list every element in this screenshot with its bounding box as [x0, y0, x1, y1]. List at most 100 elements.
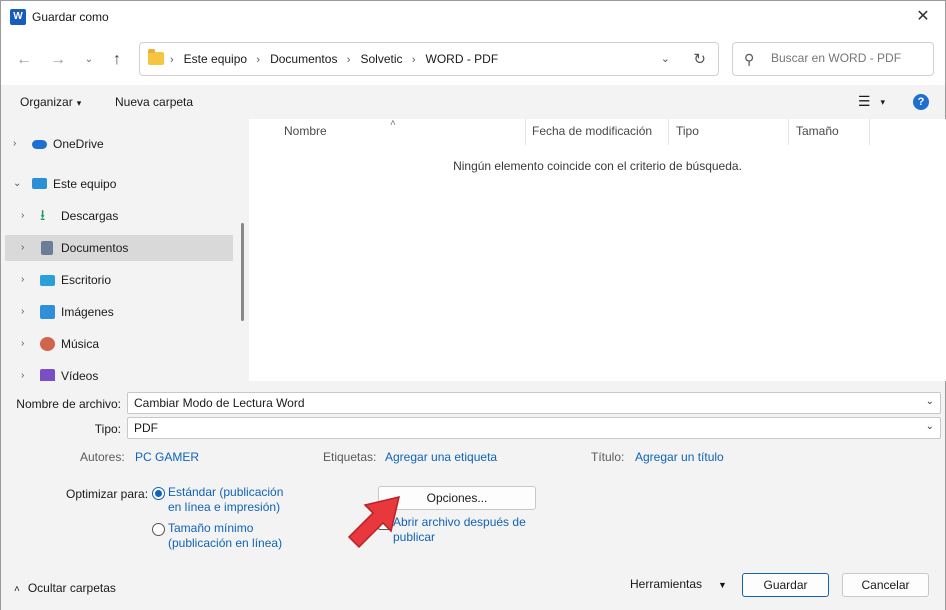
help-icon[interactable]: ?	[913, 94, 929, 110]
organize-menu-button[interactable]: Organizar ▾	[20, 95, 81, 109]
back-arrow-icon[interactable]: ←	[13, 49, 35, 71]
music-icon	[40, 337, 55, 351]
sidebar-item-label: Música	[61, 337, 100, 351]
expand-chevron-icon[interactable]: ›	[21, 203, 24, 229]
column-header-tamano[interactable]: Tamaño	[789, 119, 870, 145]
sidebar-item-label: Escritorio	[61, 273, 112, 287]
view-list-icon: ☰	[857, 93, 871, 109]
column-header-nombre[interactable]: Nombre ˄	[277, 118, 526, 145]
navigation-bar: ← → ⌄ ↑ › Este equipo › Documentos › Solvet…	[1, 33, 945, 85]
sidebar-item-label: OneDrive	[53, 137, 104, 151]
options-button[interactable]: Opciones...	[378, 486, 536, 510]
add-title-link[interactable]: Agregar un título	[635, 450, 724, 464]
computer-icon	[32, 178, 47, 189]
pictures-icon	[40, 305, 55, 319]
sidebar-item-imagenes[interactable]: › Imágenes	[5, 299, 233, 325]
open-after-label[interactable]: Abrir archivo después de publicar	[393, 515, 533, 545]
expand-chevron-icon[interactable]: ›	[21, 331, 24, 357]
command-bar: Organizar ▾ Nueva carpeta ☰ ▾ ?	[1, 85, 945, 119]
title-label: Título:	[591, 450, 625, 464]
column-header-fecha[interactable]: Fecha de modificación	[525, 119, 669, 145]
new-folder-button[interactable]: Nueva carpeta	[115, 95, 193, 109]
tags-label: Etiquetas:	[323, 450, 377, 464]
cancel-button[interactable]: Cancelar	[842, 573, 929, 597]
sidebar-item-label: Documentos	[61, 241, 129, 255]
type-value[interactable]	[134, 421, 865, 435]
search-input[interactable]	[771, 51, 926, 65]
hide-folders-button[interactable]: ˄ Ocultar carpetas	[14, 581, 116, 595]
radio-standard-label[interactable]: Estándar (publicación en línea e impresi…	[168, 485, 298, 515]
desktop-icon	[40, 275, 55, 286]
tools-label: Herramientas	[630, 577, 703, 591]
search-box[interactable]: ⚲	[732, 42, 934, 76]
expand-chevron-icon[interactable]: ›	[13, 131, 16, 157]
breadcrumb-separator-icon: ›	[411, 54, 416, 66]
search-icon: ⚲	[744, 51, 755, 67]
word-app-icon: W	[10, 9, 26, 25]
expand-chevron-icon[interactable]: ›	[21, 235, 24, 261]
refresh-icon[interactable]: ↻	[693, 50, 706, 68]
view-options-button[interactable]: ☰ ▾	[858, 93, 885, 110]
radio-minimum[interactable]	[152, 523, 165, 536]
close-button[interactable]: ✕	[901, 1, 945, 33]
authors-value[interactable]: PC GAMER	[135, 450, 199, 464]
sidebar-item-label: Este equipo	[53, 177, 117, 191]
sidebar-scrollbar[interactable]	[241, 223, 244, 321]
sidebar-item-label: Descargas	[61, 209, 119, 223]
title-bar: W Guardar como ✕	[1, 1, 945, 33]
authors-label: Autores:	[80, 450, 125, 464]
sidebar-item-documentos[interactable]: › Documentos	[5, 235, 233, 261]
save-options-panel: Nombre de archivo: ⌄ Tipo: ⌄ Autores: PC…	[1, 381, 945, 610]
chevron-up-icon: ˄	[14, 584, 20, 595]
breadcrumb-word-pdf[interactable]: WORD - PDF	[426, 52, 499, 66]
type-dropdown-icon[interactable]: ⌄	[926, 421, 934, 432]
tools-menu-button[interactable]: Herramientas ▼	[630, 577, 727, 591]
column-header-tipo[interactable]: Tipo	[669, 119, 789, 145]
expand-chevron-icon[interactable]: ›	[21, 299, 24, 325]
expand-chevron-icon[interactable]: ›	[21, 267, 24, 293]
sidebar-item-escritorio[interactable]: › Escritorio	[5, 267, 233, 293]
arrow-shape	[347, 495, 401, 549]
caret-down-icon: ▼	[718, 580, 727, 590]
breadcrumb-solvetic[interactable]: Solvetic	[360, 52, 402, 66]
breadcrumb-separator-icon: ›	[256, 54, 261, 66]
column-header-label: Nombre	[284, 124, 327, 138]
optimize-label: Optimizar para:	[66, 487, 149, 501]
collapse-chevron-icon[interactable]: ⌄	[13, 171, 21, 197]
radio-standard[interactable]	[152, 487, 165, 500]
filename-field[interactable]: ⌄	[127, 392, 941, 414]
type-select[interactable]: ⌄	[127, 417, 941, 439]
forward-arrow-icon[interactable]: →	[47, 49, 69, 71]
videos-icon	[40, 369, 55, 381]
sidebar-item-label: Vídeos	[61, 369, 99, 381]
breadcrumb-este-equipo[interactable]: Este equipo	[184, 52, 247, 66]
empty-results-message: Ningún elemento coincide con el criterio…	[453, 159, 742, 173]
recent-locations-chevron-icon[interactable]: ⌄	[78, 49, 100, 71]
address-bar[interactable]: › Este equipo › Documentos › Solvetic › WORD…	[139, 42, 719, 76]
up-arrow-icon[interactable]: ↑	[106, 49, 128, 71]
save-as-dialog: W Guardar como ✕ ← → ⌄ ↑ › Este equipo › D…	[0, 0, 946, 610]
breadcrumb: › Este equipo › Documentos › Solvetic › WORD…	[170, 52, 504, 66]
sidebar-item-musica[interactable]: › Música	[5, 331, 233, 357]
sidebar-item-descargas[interactable]: › ⭳ Descargas	[5, 203, 233, 229]
document-icon	[41, 241, 53, 255]
add-tag-link[interactable]: Agregar una etiqueta	[385, 450, 497, 464]
sort-ascending-icon: ˄	[390, 118, 396, 129]
sidebar-item-este-equipo[interactable]: ⌄ Este equipo	[5, 171, 233, 197]
type-label: Tipo:	[94, 422, 121, 436]
address-dropdown-icon[interactable]: ⌄	[661, 52, 670, 65]
download-icon: ⭳	[40, 207, 46, 224]
save-button[interactable]: Guardar	[742, 573, 829, 597]
filename-dropdown-icon[interactable]: ⌄	[926, 396, 934, 407]
sidebar-item-videos[interactable]: › Vídeos	[5, 363, 233, 381]
expand-chevron-icon[interactable]: ›	[21, 363, 24, 381]
breadcrumb-documentos[interactable]: Documentos	[270, 52, 337, 66]
organize-label: Organizar	[20, 95, 73, 109]
sidebar-item-onedrive[interactable]: › OneDrive	[5, 131, 233, 157]
filename-input[interactable]	[134, 396, 865, 410]
breadcrumb-separator-icon: ›	[346, 54, 351, 66]
caret-down-icon: ▾	[880, 96, 885, 107]
hide-folders-label: Ocultar carpetas	[27, 581, 116, 595]
folder-icon	[148, 49, 164, 65]
radio-minimum-label[interactable]: Tamaño mínimo (publicación en línea)	[168, 521, 298, 551]
